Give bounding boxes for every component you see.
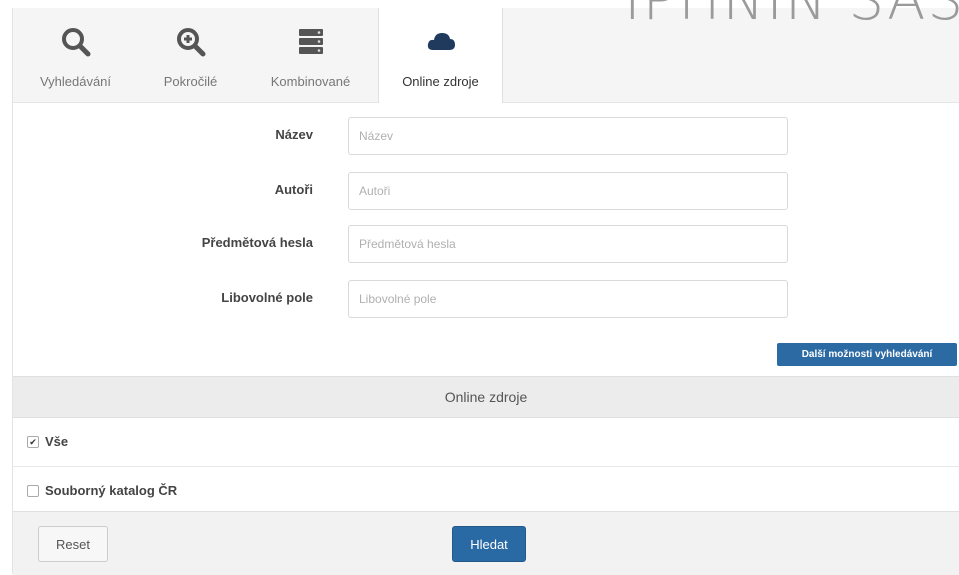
any-field-input[interactable] (348, 280, 788, 318)
form-footer: Reset Hledat (13, 511, 959, 575)
tab-label: Vyhledávání (39, 74, 112, 89)
tab-online-zdroje[interactable]: Online zdroje (378, 8, 503, 103)
field-row-autori: Autoři (13, 172, 959, 212)
source-item-vse[interactable]: ✔ Vše (13, 418, 959, 467)
cloud-icon (425, 26, 457, 61)
field-row-libovolne-pole: Libovolné pole (13, 280, 959, 320)
search-icon (60, 26, 92, 61)
tab-label: Online zdroje (402, 74, 479, 89)
online-sources-heading: Online zdroje (13, 376, 959, 418)
tab-label: Kombinované (270, 74, 351, 89)
search-panel: Vyhledávání Pokročilé Kombinované Online… (12, 8, 959, 575)
source-label: Vše (45, 434, 69, 449)
field-label-predmetova-hesla: Předmětová hesla (201, 235, 313, 250)
tab-kombinovane[interactable]: Kombinované (243, 8, 378, 102)
search-button[interactable]: Hledat (452, 526, 526, 562)
background-title: IPHNIN SAS (624, 0, 959, 33)
zoom-in-icon (175, 26, 207, 61)
reset-button[interactable]: Reset (38, 526, 108, 562)
tab-label: Pokročilé (163, 74, 218, 89)
field-label-autori: Autoři (274, 182, 313, 197)
field-label-libovolne-pole: Libovolné pole (221, 290, 313, 305)
source-label: Souborný katalog ČR (45, 483, 178, 498)
server-stack-icon (295, 26, 327, 61)
title-input[interactable] (348, 117, 788, 155)
tab-vyhledavani[interactable]: Vyhledávání (13, 8, 138, 102)
source-item-souborny-katalog[interactable]: Souborný katalog ČR (13, 467, 959, 516)
checkbox-checked-icon[interactable]: ✔ (27, 436, 39, 448)
tab-pokrocile[interactable]: Pokročilé (138, 8, 243, 102)
author-input[interactable] (348, 172, 788, 210)
subject-input[interactable] (348, 225, 788, 263)
more-search-options-button[interactable]: Další možnosti vyhledávání (777, 343, 957, 366)
field-label-nazev: Název (275, 127, 313, 142)
field-row-nazev: Název (13, 117, 959, 157)
checkbox-unchecked-icon[interactable] (27, 485, 39, 497)
field-row-predmetova-hesla: Předmětová hesla (13, 225, 959, 265)
